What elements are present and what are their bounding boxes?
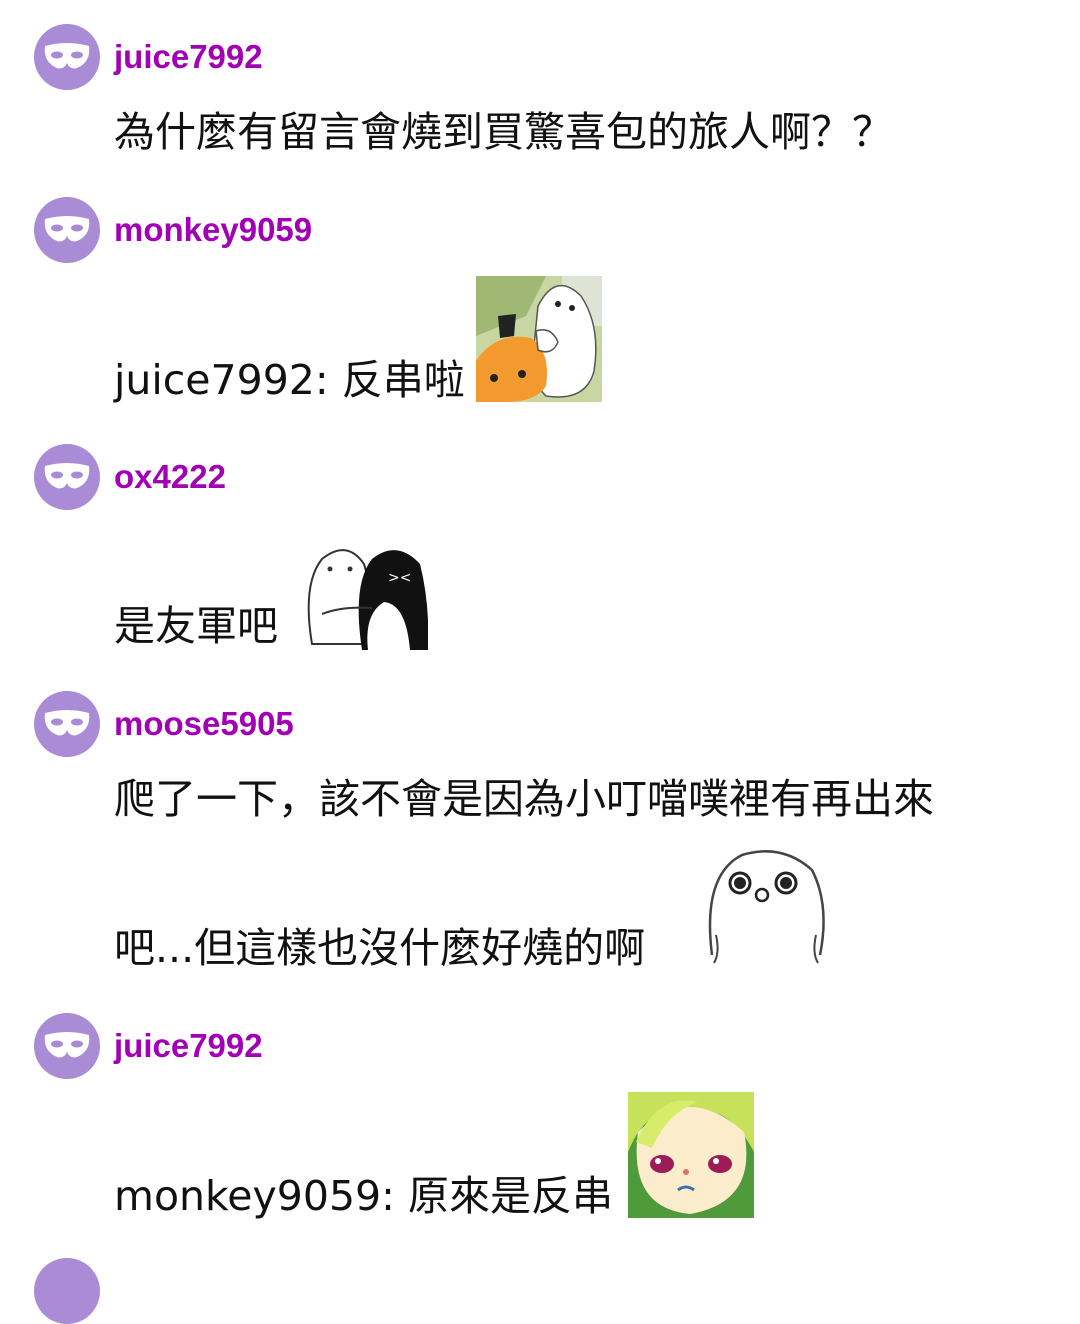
seal-hugging-orange-sticker <box>476 276 602 402</box>
mask-icon <box>44 43 90 69</box>
comment-text-line-1: 爬了一下，該不會是因為小叮噹噗裡有再出來 <box>114 775 934 823</box>
seal-and-penguin-hug-sticker: >< <box>302 524 428 650</box>
comment-text: juice7992: 反串啦 <box>114 356 465 404</box>
avatar[interactable] <box>34 444 100 510</box>
mask-icon <box>44 216 90 242</box>
username[interactable]: juice7992 <box>114 1027 263 1065</box>
avatar[interactable] <box>34 24 100 90</box>
username[interactable]: ox4222 <box>114 458 226 496</box>
avatar[interactable] <box>34 197 100 263</box>
mask-icon <box>44 710 90 736</box>
username[interactable]: moose5905 <box>114 705 294 743</box>
username[interactable]: monkey9059 <box>114 211 312 249</box>
comment-text: 是友軍吧 <box>114 602 278 650</box>
avatar[interactable] <box>34 691 100 757</box>
mask-icon <box>44 1032 90 1058</box>
green-haired-face-sticker <box>628 1092 754 1218</box>
mask-icon <box>44 463 90 489</box>
comment-text: monkey9059: 原來是反串 <box>114 1172 613 1220</box>
comment-text-line-2: 吧...但這樣也沒什麼好燒的啊 <box>114 924 646 972</box>
username[interactable]: juice7992 <box>114 38 263 76</box>
shocked-white-blob-sticker <box>702 845 828 971</box>
svg-text:><: >< <box>388 570 411 586</box>
avatar[interactable] <box>34 1258 100 1324</box>
avatar[interactable] <box>34 1013 100 1079</box>
comment-text: 為什麼有留言會燒到買驚喜包的旅人啊？？ <box>114 108 893 156</box>
